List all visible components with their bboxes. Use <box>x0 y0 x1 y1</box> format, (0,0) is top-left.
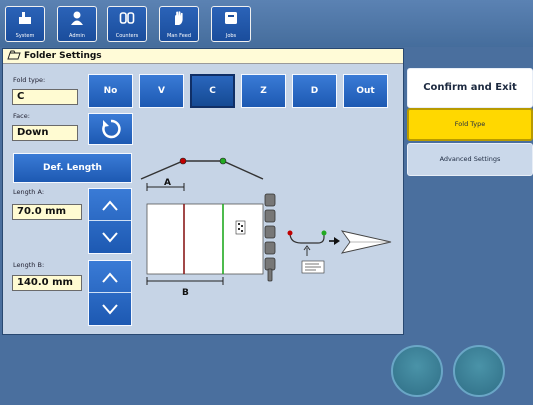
length-b-label: Length B: <box>13 261 45 269</box>
folded-result-icon <box>287 230 327 274</box>
dimension-a-label: A <box>164 178 171 188</box>
length-b-field: 140.0 mm <box>12 275 82 291</box>
dimension-b-label: B <box>182 288 189 298</box>
arrow-down-icon <box>102 304 118 315</box>
fold-type-label: Fold type: <box>13 76 46 84</box>
admin-label: Admin <box>69 33 85 39</box>
paper-sheet-icon <box>146 203 264 275</box>
fold-option-v[interactable]: V <box>139 74 184 108</box>
tab-fold-type[interactable]: Fold Type <box>407 108 533 141</box>
left-round-button[interactable] <box>391 345 443 397</box>
output-sheet-icon <box>340 230 392 254</box>
confirm-exit-button[interactable]: Confirm and Exit <box>407 68 533 108</box>
length-a-stepper <box>88 188 132 254</box>
dimension-b-marker <box>146 277 224 285</box>
system-button[interactable]: System <box>5 6 45 42</box>
tab-advanced-settings[interactable]: Advanced Settings <box>407 143 533 176</box>
man-feed-label: Man Feed <box>166 33 192 39</box>
arrow-right-icon <box>329 237 340 245</box>
jobs-label: Jobs <box>225 33 237 39</box>
man-feed-button[interactable]: Man Feed <box>159 6 199 42</box>
fold-type-field: C <box>12 89 78 105</box>
arrow-down-icon <box>102 232 118 243</box>
length-b-up-button[interactable] <box>89 261 131 293</box>
folder-icon <box>7 50 21 60</box>
roller-column-icon <box>264 193 276 282</box>
fold-profile-icon <box>140 157 264 180</box>
length-b-stepper <box>88 260 132 326</box>
jobs-icon <box>225 12 237 24</box>
panel-title-bar: Folder Settings <box>3 49 403 64</box>
fold-diagram: A B <box>140 157 392 298</box>
face-label: Face: <box>13 112 30 120</box>
length-a-label: Length A: <box>13 188 45 196</box>
arrow-up-icon <box>102 272 118 283</box>
right-round-button[interactable] <box>453 345 505 397</box>
counters-label: Counters <box>115 33 139 39</box>
length-a-up-button[interactable] <box>89 189 131 221</box>
face-rotate-button[interactable] <box>88 113 133 145</box>
jobs-button[interactable]: Jobs <box>211 6 251 42</box>
folder-settings-panel: Folder Settings Fold type: C Face: Down … <box>2 48 404 335</box>
counters-button[interactable]: Counters <box>107 6 147 42</box>
fold-option-out[interactable]: Out <box>343 74 388 108</box>
top-toolbar: System Admin Counters Man Feed Jobs <box>0 0 533 47</box>
length-a-down-button[interactable] <box>89 221 131 253</box>
fold-option-d[interactable]: D <box>292 74 337 108</box>
system-icon <box>19 12 31 24</box>
panel-title: Folder Settings <box>24 51 102 61</box>
counter-icon <box>119 12 135 24</box>
system-label: System <box>15 33 35 39</box>
fold-option-c[interactable]: C <box>190 74 235 108</box>
default-length-button[interactable]: Def. Length <box>13 153 132 183</box>
length-a-field: 70.0 mm <box>12 204 82 220</box>
rotate-icon <box>101 119 121 139</box>
face-field: Down <box>12 125 78 141</box>
user-icon <box>71 11 83 25</box>
arrow-up-icon <box>102 200 118 211</box>
fold-option-z[interactable]: Z <box>241 74 286 108</box>
hand-icon <box>175 11 183 25</box>
admin-button[interactable]: Admin <box>57 6 97 42</box>
fold-option-no[interactable]: No <box>88 74 133 108</box>
length-b-down-button[interactable] <box>89 293 131 325</box>
